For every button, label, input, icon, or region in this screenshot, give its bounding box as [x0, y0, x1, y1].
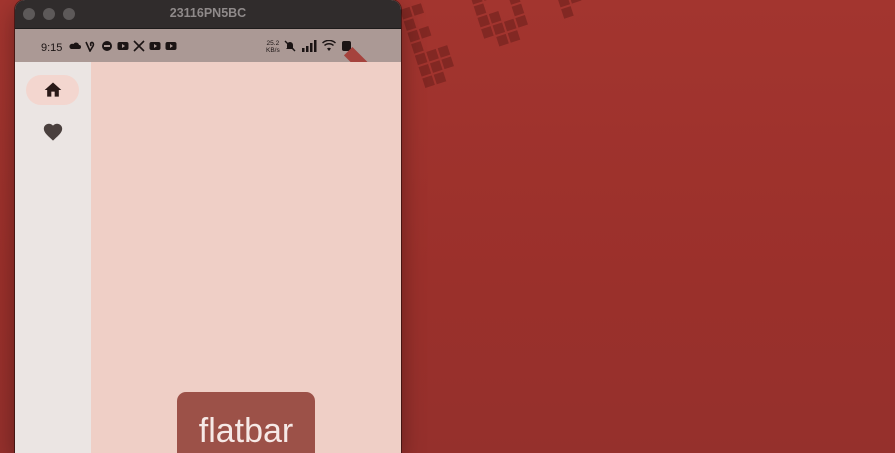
- rail-item-home[interactable]: [26, 75, 79, 105]
- youtube-icon: [117, 42, 129, 50]
- bell-muted-icon: [284, 40, 296, 52]
- flatbar-toast: flatbar: [177, 392, 315, 453]
- notification-icons: [69, 40, 177, 52]
- youtube-icon: [165, 42, 177, 50]
- app-window: 23116PN5BC 9:15 25.2 KB/s DEBUG: [15, 0, 401, 453]
- rail-item-favorites[interactable]: [26, 117, 79, 147]
- home-icon: [44, 82, 61, 97]
- network-speed-value: 25.2: [266, 40, 280, 47]
- wallpaper-pixel-art: [400, 0, 582, 88]
- status-time: 9:15: [41, 42, 63, 54]
- x-icon: [133, 40, 145, 52]
- window-title: 23116PN5BC: [169, 6, 247, 20]
- cloud-icon: [69, 42, 81, 49]
- wifi-icon: [322, 40, 336, 51]
- network-speed: 25.2 KB/s: [266, 40, 280, 54]
- youtube-icon: [149, 42, 161, 50]
- network-speed-unit: KB/s: [266, 47, 280, 54]
- signal-icon: [302, 40, 317, 52]
- navigation-rail: [15, 62, 91, 453]
- window-titlebar[interactable]: 23116PN5BC: [15, 0, 401, 29]
- vine-icon: [85, 41, 95, 52]
- status-bar: 9:15 25.2 KB/s DEBUG: [15, 29, 401, 120]
- heart-icon: [43, 123, 62, 141]
- opera-icon: [102, 41, 112, 51]
- system-icons: [284, 40, 353, 52]
